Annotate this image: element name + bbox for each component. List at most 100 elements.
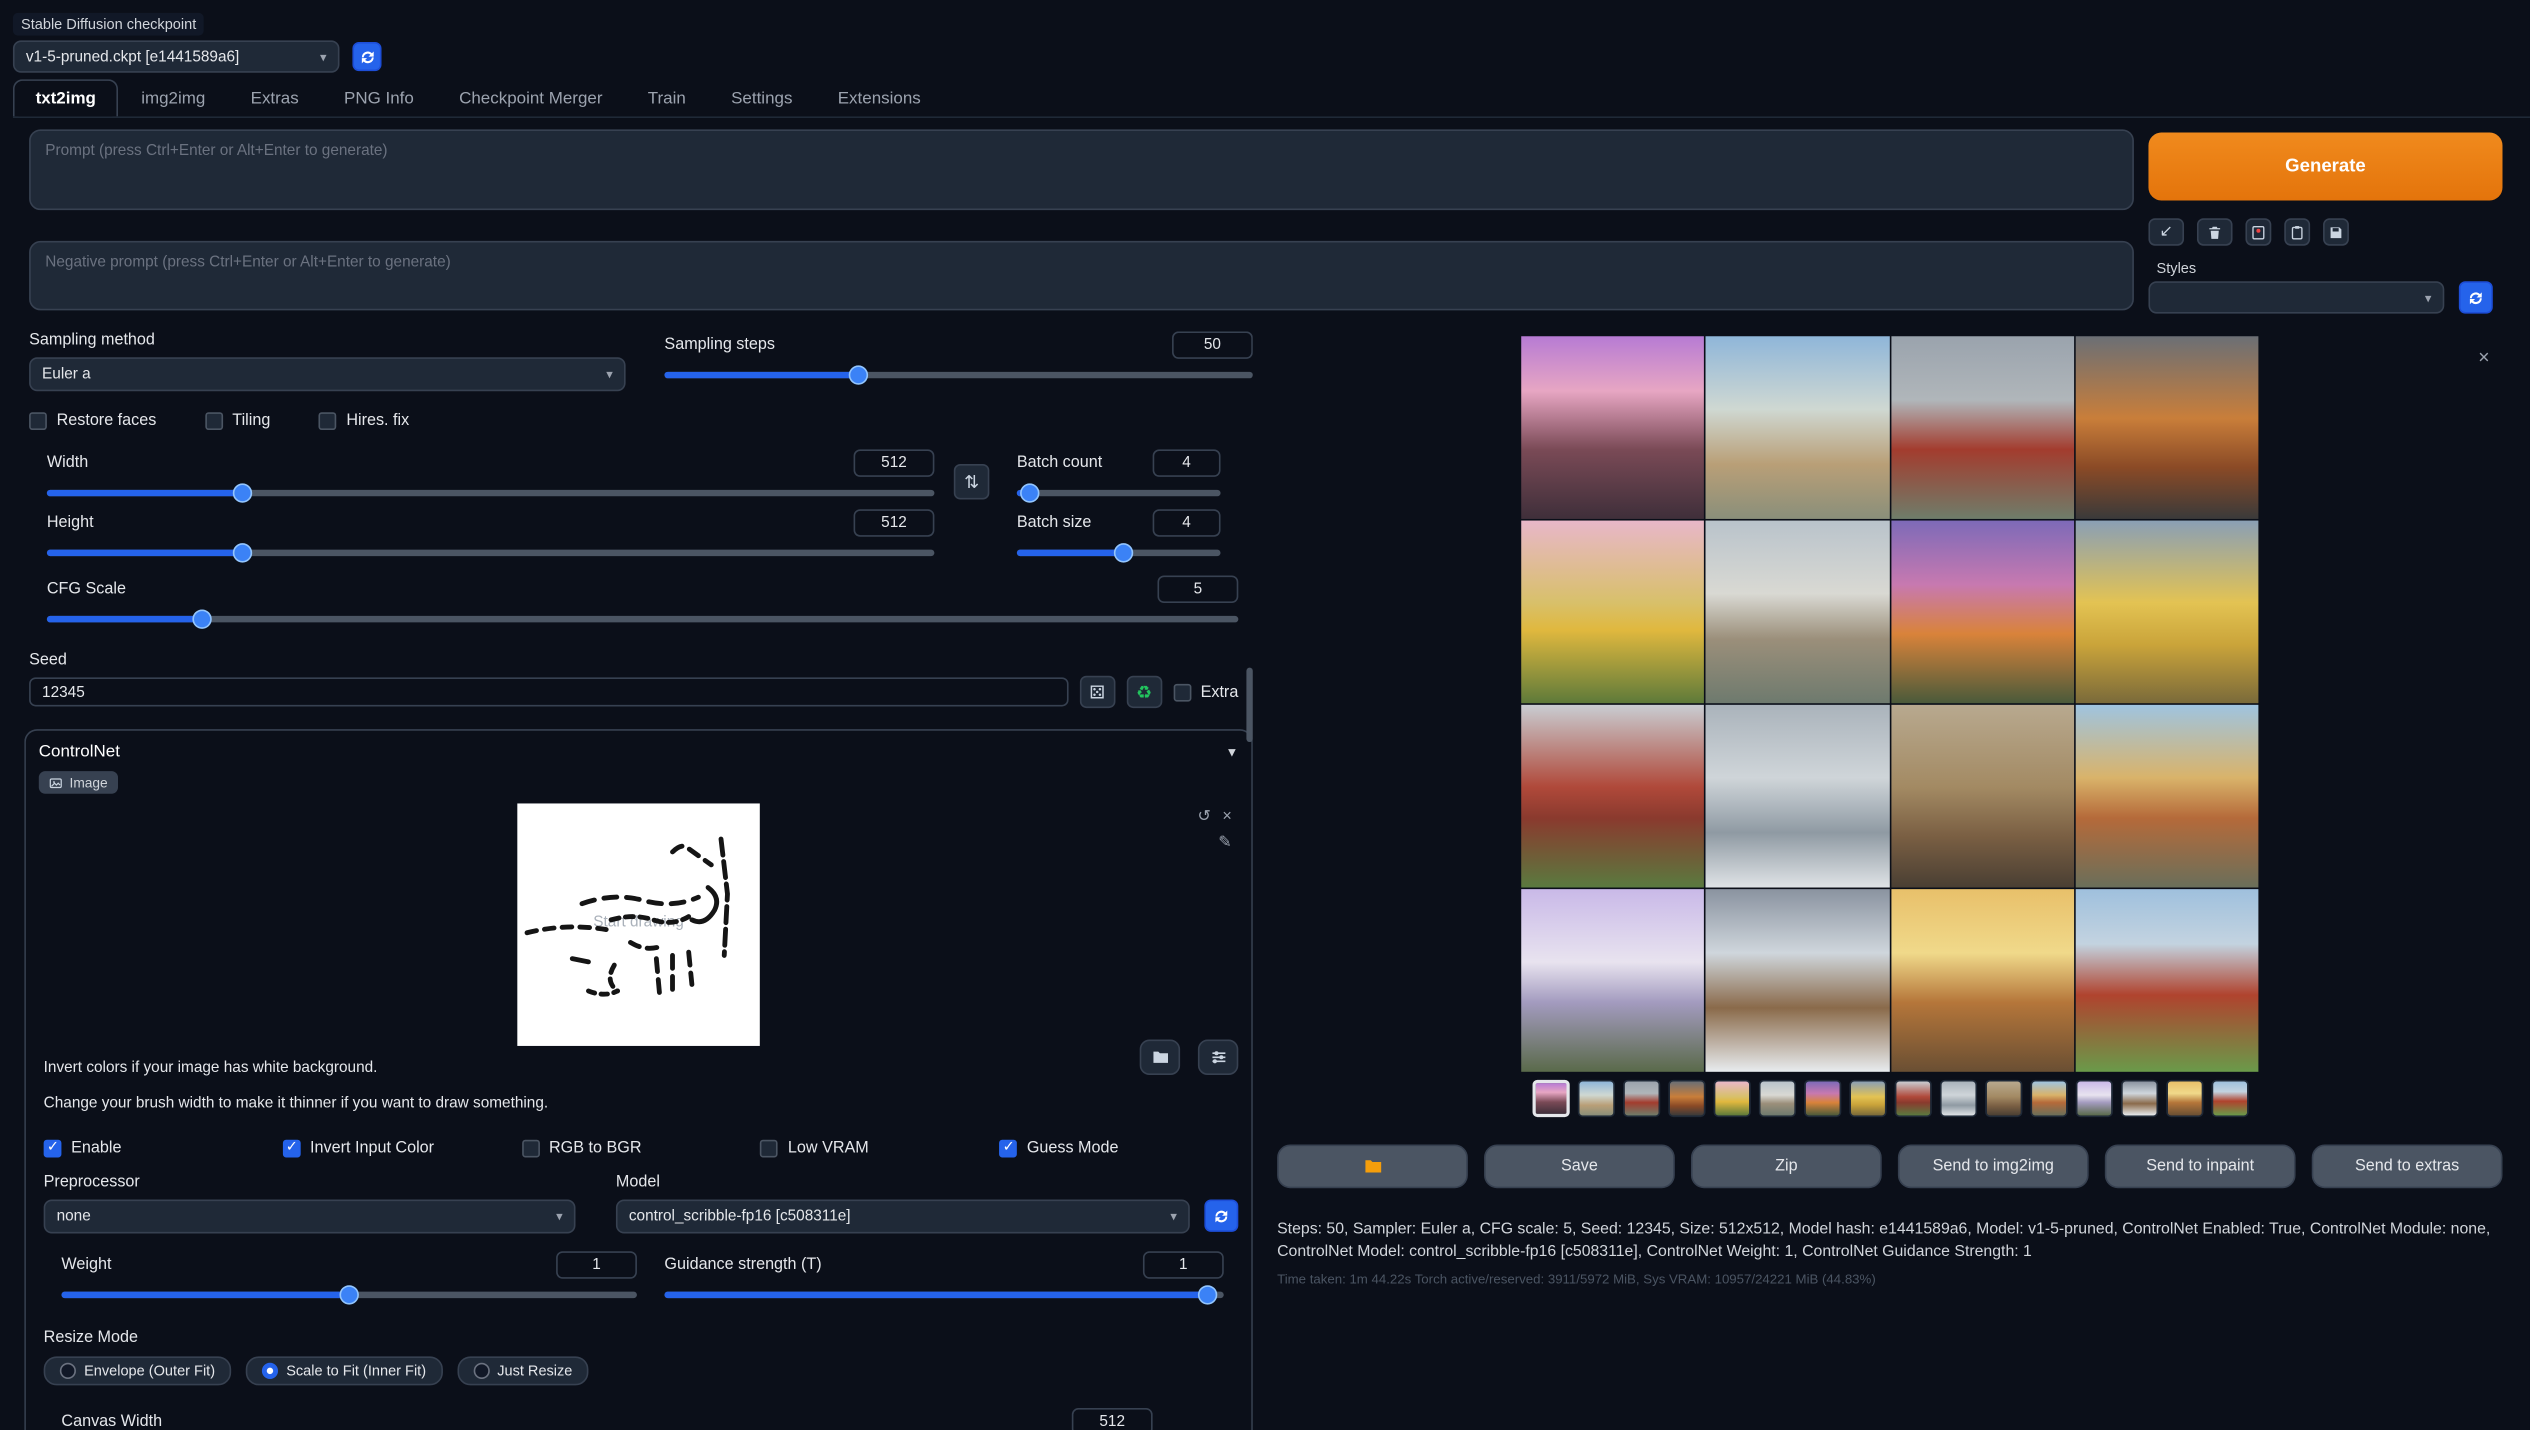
gallery-image[interactable] <box>2075 336 2258 519</box>
slider-track[interactable] <box>47 490 935 496</box>
slider-thumb[interactable] <box>232 543 251 562</box>
gallery-thumbnail[interactable] <box>1713 1080 1750 1117</box>
guidance-strength-input[interactable] <box>1143 1250 1224 1277</box>
tab-img2img[interactable]: img2img <box>119 79 228 116</box>
tab-png-info[interactable]: PNG Info <box>321 79 436 116</box>
gallery-thumbnail[interactable] <box>2211 1080 2248 1117</box>
gallery-thumbnail[interactable] <box>1758 1080 1795 1117</box>
gallery-image[interactable] <box>1521 336 1704 519</box>
reuse-seed-button[interactable]: ♻ <box>1126 676 1162 708</box>
zip-button[interactable]: Zip <box>1691 1145 1882 1189</box>
extra-networks-button[interactable] <box>2245 218 2271 245</box>
width-input[interactable] <box>854 449 935 476</box>
checkpoint-select[interactable]: v1-5-pruned.ckpt [e1441589a6] ▾ <box>13 40 340 72</box>
clear-prompt-button[interactable] <box>2197 218 2233 245</box>
guidance-strength-slider[interactable] <box>664 1284 1223 1303</box>
slider-thumb[interactable] <box>232 483 251 502</box>
gallery-image[interactable] <box>1891 336 2074 519</box>
tiling-checkbox[interactable]: Tiling <box>205 412 271 430</box>
restore-faces-checkbox[interactable]: Restore faces <box>29 412 156 430</box>
gallery-thumbnail[interactable] <box>1622 1080 1659 1117</box>
clear-canvas-button[interactable]: × <box>1222 809 1231 825</box>
controlnet-model-select[interactable]: control_scribble-fp16 [c508311e] ▾ <box>616 1199 1190 1233</box>
save-style-button[interactable] <box>2323 218 2349 245</box>
gallery-image[interactable] <box>1521 705 1704 888</box>
prompt-input[interactable] <box>29 129 2134 210</box>
gallery-thumbnail[interactable] <box>1894 1080 1931 1117</box>
open-image-button[interactable] <box>1140 1039 1180 1075</box>
gallery-thumbnail[interactable] <box>2075 1080 2112 1117</box>
brush-settings-button[interactable] <box>1198 1039 1238 1075</box>
gallery-image[interactable] <box>1521 889 1704 1072</box>
slider-thumb[interactable] <box>1113 543 1132 562</box>
slider-track[interactable] <box>47 550 935 556</box>
low-vram-checkbox[interactable]: Low VRAM <box>760 1139 999 1157</box>
gallery-thumbnail[interactable] <box>1668 1080 1705 1117</box>
tab-extras[interactable]: Extras <box>228 79 321 116</box>
gallery-thumbnail[interactable] <box>2030 1080 2067 1117</box>
refresh-models-button[interactable] <box>1204 1200 1238 1232</box>
tab-train[interactable]: Train <box>625 79 708 116</box>
generate-button[interactable]: Generate <box>2148 133 2502 201</box>
gallery-image[interactable] <box>1706 889 1889 1072</box>
random-seed-button[interactable]: ⚄ <box>1079 676 1115 708</box>
slider-track[interactable] <box>664 1291 1223 1297</box>
gallery-image[interactable] <box>1521 521 1704 704</box>
batch-size-input[interactable] <box>1153 509 1221 536</box>
gallery-thumbnail[interactable] <box>1849 1080 1886 1117</box>
gallery-image[interactable] <box>2075 521 2258 704</box>
gallery-image[interactable] <box>2075 705 2258 888</box>
drawing-canvas[interactable]: Start drawing <box>517 803 759 1045</box>
gallery-image[interactable] <box>1891 521 2074 704</box>
width-slider[interactable] <box>47 483 935 502</box>
open-folder-button[interactable] <box>1277 1145 1468 1189</box>
resize-envelope-radio[interactable]: Envelope (Outer Fit) <box>44 1356 232 1385</box>
gallery-image[interactable] <box>1706 521 1889 704</box>
gallery-thumbnail[interactable] <box>2165 1080 2202 1117</box>
batch-count-input[interactable] <box>1153 449 1221 476</box>
gallery-thumbnail[interactable] <box>1577 1080 1614 1117</box>
slider-track[interactable] <box>664 372 1252 378</box>
batch-size-slider[interactable] <box>1017 543 1221 562</box>
swap-dimensions-button[interactable]: ⇅ <box>954 464 990 500</box>
gallery-thumbnail[interactable] <box>1984 1080 2021 1117</box>
rgb-to-bgr-checkbox[interactable]: RGB to BGR <box>522 1139 761 1157</box>
cfg-scale-input[interactable] <box>1157 576 1238 603</box>
tab-extensions[interactable]: Extensions <box>815 79 943 116</box>
tab-checkpoint-merger[interactable]: Checkpoint Merger <box>436 79 625 116</box>
gallery-thumbnail[interactable] <box>2120 1080 2157 1117</box>
extra-seed-checkbox[interactable]: Extra <box>1173 683 1238 701</box>
negative-prompt-input[interactable] <box>29 241 2134 311</box>
hires-fix-checkbox[interactable]: Hires. fix <box>319 412 409 430</box>
invert-input-color-checkbox[interactable]: Invert Input Color <box>283 1139 522 1157</box>
canvas-width-input[interactable] <box>1072 1407 1153 1430</box>
slider-thumb[interactable] <box>849 365 868 384</box>
paste-params-button[interactable]: ↙ <box>2148 218 2184 245</box>
gallery-image[interactable] <box>2075 889 2258 1072</box>
batch-count-slider[interactable] <box>1017 483 1221 502</box>
weight-input[interactable] <box>556 1250 637 1277</box>
height-input[interactable] <box>854 509 935 536</box>
refresh-checkpoint-button[interactable] <box>352 42 381 71</box>
tab-txt2img[interactable]: txt2img <box>13 79 119 116</box>
scrollbar-thumb[interactable] <box>1246 668 1252 742</box>
brush-button[interactable]: ✎ <box>1218 835 1232 851</box>
guess-mode-checkbox[interactable]: Guess Mode <box>999 1139 1238 1157</box>
slider-track[interactable] <box>47 616 1238 622</box>
gallery-image[interactable] <box>1706 705 1889 888</box>
controlnet-enable-checkbox[interactable]: Enable <box>44 1139 283 1157</box>
controlnet-header[interactable]: ControlNet ▼ <box>39 742 1239 761</box>
send-to-extras-button[interactable]: Send to extras <box>2312 1145 2503 1189</box>
gallery-image[interactable] <box>1891 705 2074 888</box>
slider-thumb[interactable] <box>192 609 211 628</box>
refresh-styles-button[interactable] <box>2459 281 2493 313</box>
resize-scale-to-fit-radio[interactable]: Scale to Fit (Inner Fit) <box>246 1356 442 1385</box>
cfg-scale-slider[interactable] <box>47 609 1238 628</box>
sampling-steps-slider[interactable] <box>664 365 1252 384</box>
controlnet-image-tab[interactable]: Image <box>39 771 118 794</box>
slider-thumb[interactable] <box>1197 1284 1216 1303</box>
weight-slider[interactable] <box>61 1284 637 1303</box>
gallery-thumbnail[interactable] <box>1939 1080 1976 1117</box>
undo-button[interactable]: ↺ <box>1198 809 1212 825</box>
sampling-steps-input[interactable] <box>1172 331 1253 358</box>
